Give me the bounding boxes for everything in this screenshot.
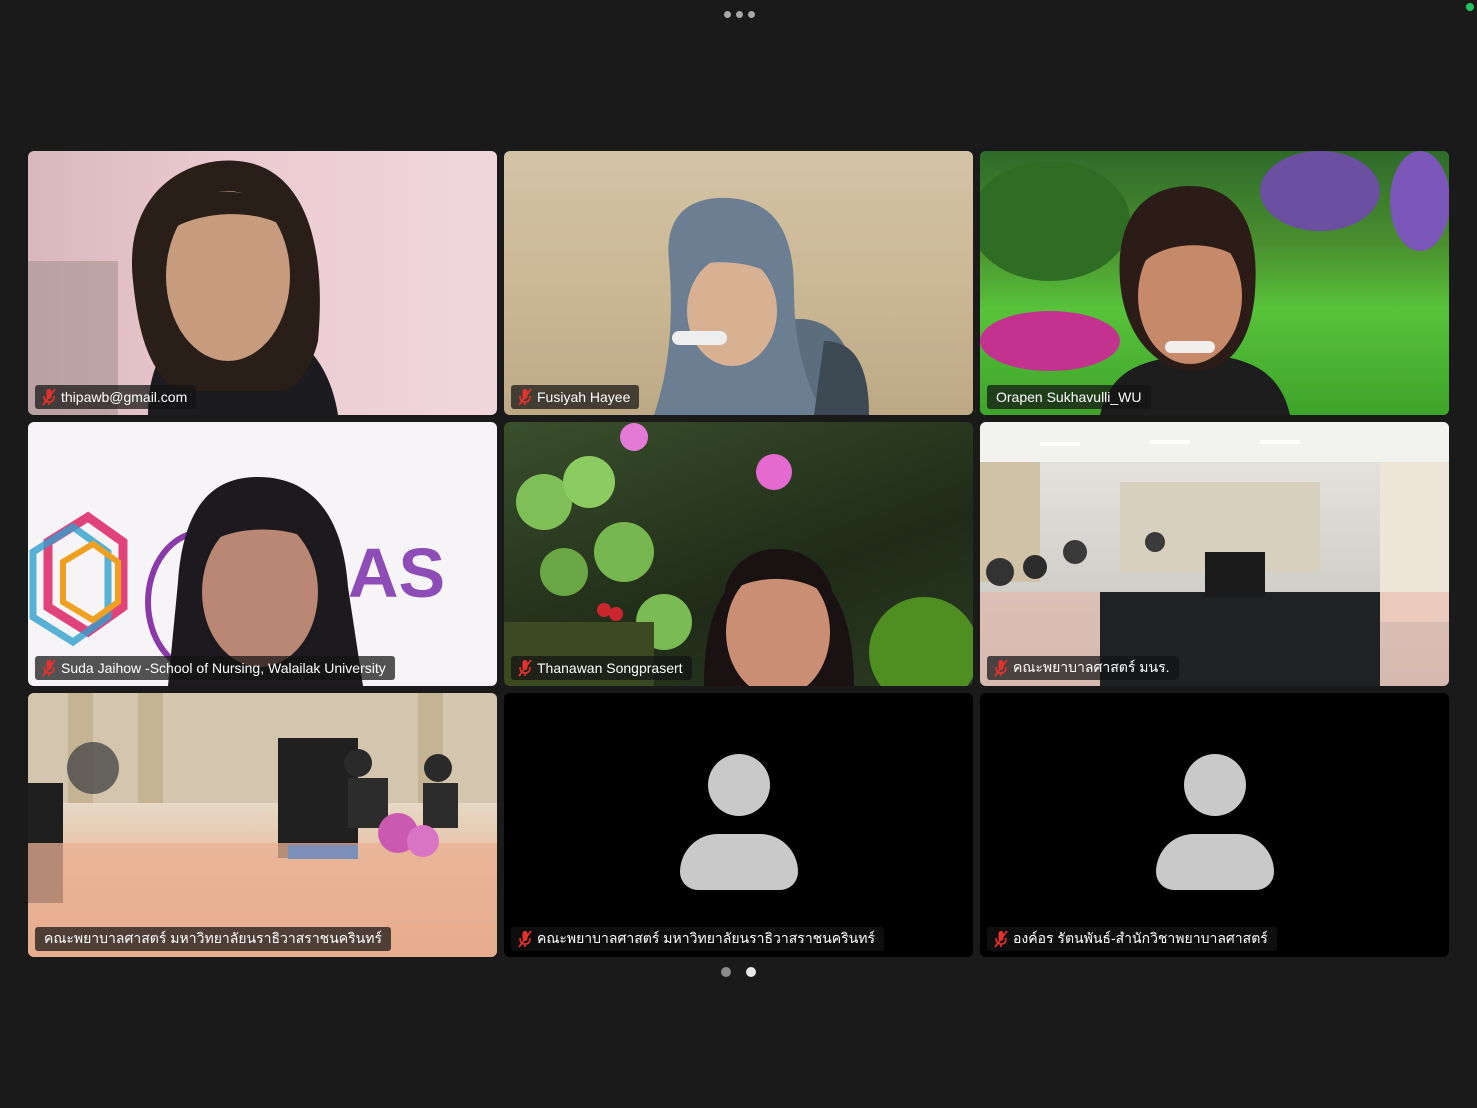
mic-muted-icon xyxy=(41,659,57,677)
participant-name: คณะพยาบาลศาสตร์ มนร. xyxy=(1013,659,1170,675)
participant-tile[interactable]: Fusiyah Hayee xyxy=(504,151,973,415)
participant-name: องค์อร รัตนพันธ์-สำนักวิชาพยาบาลศาสตร์ xyxy=(1013,930,1268,946)
participant-name-tag: องค์อร รัตนพันธ์-สำนักวิชาพยาบาลศาสตร์ xyxy=(987,927,1277,951)
avatar-placeholder-icon xyxy=(707,754,770,816)
participant-name-tag: Orapen Sukhavulli_WU xyxy=(987,385,1151,409)
participant-video xyxy=(504,422,973,686)
avatar-placeholder-icon xyxy=(1183,754,1246,816)
participant-tile[interactable]: thipawb@gmail.com xyxy=(28,151,497,415)
participant-video xyxy=(980,151,1449,415)
page-indicator xyxy=(0,967,1477,977)
participant-video xyxy=(28,693,497,957)
participant-tile[interactable]: AS Suda Jaihow -School of Nursing, Walai… xyxy=(28,422,497,686)
participant-name-tag: คณะพยาบาลศาสตร์ มนร. xyxy=(987,656,1179,680)
participant-name: Suda Jaihow -School of Nursing, Walailak… xyxy=(61,660,386,676)
participant-name-tag: Thanawan Songprasert xyxy=(511,656,692,680)
participant-tile-active-speaker[interactable]: Orapen Sukhavulli_WU xyxy=(980,151,1449,415)
participant-name: Orapen Sukhavulli_WU xyxy=(996,389,1142,405)
participant-name: คณะพยาบาลศาสตร์ มหาวิทยาลัยนราธิวาสราชนค… xyxy=(44,930,382,946)
participant-name-tag: คณะพยาบาลศาสตร์ มหาวิทยาลัยนราธิวาสราชนค… xyxy=(511,927,884,951)
gallery-view: thipawb@gmail.com Fusiyah Hayee Orapen S… xyxy=(28,151,1450,957)
participant-name-tag: Suda Jaihow -School of Nursing, Walailak… xyxy=(35,656,395,680)
participant-name: คณะพยาบาลศาสตร์ มหาวิทยาลัยนราธิวาสราชนค… xyxy=(537,930,875,946)
mic-muted-icon xyxy=(517,930,533,948)
participant-name-tag: Fusiyah Hayee xyxy=(511,385,640,409)
mic-muted-icon xyxy=(517,659,533,677)
page-dot-1[interactable] xyxy=(721,967,731,977)
participant-tile-video-off[interactable]: องค์อร รัตนพันธ์-สำนักวิชาพยาบาลศาสตร์ xyxy=(980,693,1449,957)
participant-tile[interactable]: Thanawan Songprasert xyxy=(504,422,973,686)
avatar-placeholder-body xyxy=(679,834,798,890)
participant-name: Fusiyah Hayee xyxy=(537,389,631,405)
mic-muted-icon xyxy=(993,930,1009,948)
participant-name: Thanawan Songprasert xyxy=(537,660,683,676)
mic-muted-icon xyxy=(993,659,1009,677)
participant-video xyxy=(504,151,973,415)
avatar-placeholder-body xyxy=(1155,834,1274,890)
connection-status-indicator xyxy=(1466,3,1474,11)
participant-video: AS xyxy=(28,422,497,686)
participant-video xyxy=(28,151,497,415)
participant-name: thipawb@gmail.com xyxy=(61,389,188,405)
participant-video xyxy=(980,422,1449,686)
page-dot-2[interactable] xyxy=(746,967,756,977)
mic-muted-icon xyxy=(517,388,533,406)
participant-tile-video-off[interactable]: คณะพยาบาลศาสตร์ มหาวิทยาลัยนราธิวาสราชนค… xyxy=(504,693,973,957)
participant-name-tag: คณะพยาบาลศาสตร์ มหาวิทยาลัยนราธิวาสราชนค… xyxy=(35,927,391,951)
mic-muted-icon xyxy=(41,388,57,406)
participant-name-tag: thipawb@gmail.com xyxy=(35,385,197,409)
participant-tile[interactable]: คณะพยาบาลศาสตร์ มนร. xyxy=(980,422,1449,686)
participant-tile[interactable]: คณะพยาบาลศาสตร์ มหาวิทยาลัยนราธิวาสราชนค… xyxy=(28,693,497,957)
more-options-icon[interactable] xyxy=(718,5,760,23)
svg-text:AS: AS xyxy=(348,534,445,612)
